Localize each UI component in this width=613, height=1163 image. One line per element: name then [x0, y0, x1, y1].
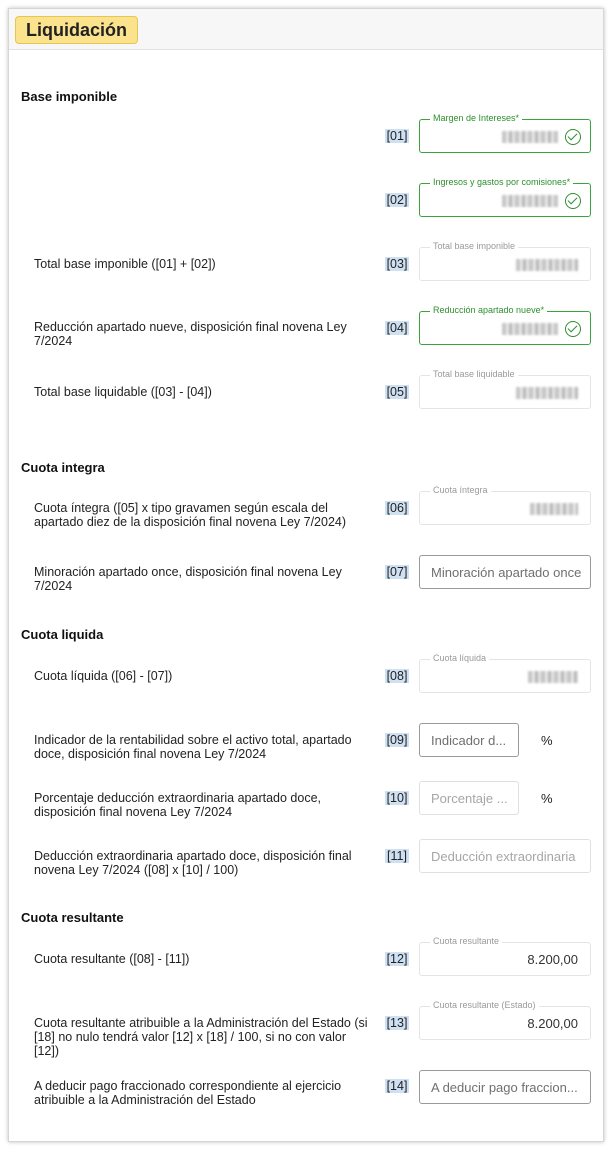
label-total-base-imponible: Total base imponible ([01] + [02]): [34, 257, 216, 271]
redacted-value: [530, 503, 578, 515]
placeholder: Deducción extraordinaria: [431, 849, 576, 864]
label-reduccion-apartado-nueve: Reducción apartado nueve, disposición fi…: [34, 320, 347, 348]
percent-unit: %: [541, 791, 553, 806]
cuota-resultante-value: 8.200,00: [527, 952, 578, 967]
redacted-value: [502, 195, 558, 207]
code-01: [01]: [385, 129, 409, 143]
redacted-value: [516, 387, 578, 399]
field-label: Cuota líquida: [430, 653, 490, 663]
code-07: [07]: [385, 565, 409, 579]
check-circle-icon: [565, 193, 581, 209]
ingresos-gastos-comisiones-field[interactable]: Ingresos y gastos por comisiones*: [419, 177, 591, 217]
label-indicador-rentabilidad: Indicador de la rentabilidad sobre el ac…: [34, 733, 352, 761]
cuota-resultante-estado-value: 8.200,00: [527, 1016, 578, 1031]
redacted-value: [516, 259, 578, 271]
minoracion-apartado-once-input[interactable]: Minoración apartado once: [419, 555, 591, 589]
porcentaje-deduccion-input[interactable]: Porcentaje ...: [419, 781, 519, 815]
label-cuota-liquida: Cuota líquida ([06] - [07]): [34, 669, 173, 683]
field-label: Ingresos y gastos por comisiones*: [430, 177, 574, 187]
field-label: Margen de Intereses*: [430, 113, 523, 123]
cuota-resultante-field: Cuota resultante 8.200,00: [419, 936, 591, 976]
section-cuota-resultante: Cuota resultante: [21, 910, 124, 925]
panel-header: Liquidación: [9, 9, 603, 50]
label-deduccion-extraordinaria: Deducción extraordinaria apartado doce, …: [34, 849, 352, 877]
field-label: Total base liquidable: [430, 369, 518, 379]
check-circle-icon: [565, 321, 581, 337]
label-porcentaje-deduccion: Porcentaje deducción extraordinaria apar…: [34, 791, 321, 819]
code-10: [10]: [385, 791, 409, 805]
label-cuota-integra: Cuota íntegra ([05] x tipo gravamen segú…: [34, 501, 347, 529]
label-cuota-resultante-estado: Cuota resultante atribuible a la Adminis…: [34, 1016, 368, 1058]
redacted-value: [502, 323, 558, 335]
deduccion-extraordinaria-input[interactable]: Deducción extraordinaria: [419, 839, 591, 873]
code-11: [11]: [385, 849, 409, 863]
cuota-liquida-field: Cuota líquida: [419, 653, 591, 693]
section-base-imponible: Base imponible: [21, 89, 118, 104]
check-circle-icon: [565, 129, 581, 145]
placeholder: A deducir pago fraccion...: [431, 1080, 578, 1095]
redacted-value: [528, 671, 578, 683]
field-label: Total base imponible: [430, 241, 519, 251]
liquidacion-panel: Liquidación Base imponible [01] Margen d…: [8, 8, 604, 1142]
total-base-liquidable-field: Total base liquidable: [419, 369, 591, 409]
section-cuota-integra: Cuota integra: [21, 460, 105, 475]
field-label: Reducción apartado nueve*: [430, 305, 548, 315]
placeholder: Minoración apartado once: [431, 565, 582, 580]
code-13: [13]: [385, 1016, 409, 1030]
cuota-resultante-estado-field: Cuota resultante (Estado) 8.200,00: [419, 1000, 591, 1040]
page-title: Liquidación: [15, 16, 138, 44]
label-pago-fraccionado: A deducir pago fraccionado correspondien…: [34, 1079, 342, 1107]
pago-fraccionado-input[interactable]: A deducir pago fraccion...: [419, 1070, 591, 1104]
cuota-integra-field: Cuota íntegra: [419, 485, 591, 525]
code-05: [05]: [385, 385, 409, 399]
percent-unit: %: [541, 733, 553, 748]
code-02: [02]: [385, 193, 409, 207]
section-cuota-liquida: Cuota liquida: [21, 627, 104, 642]
label-cuota-resultante: Cuota resultante ([08] - [11]): [34, 952, 190, 966]
label-minoracion-apartado-once: Minoración apartado once, disposición fi…: [34, 565, 342, 593]
code-04: [04]: [385, 321, 409, 335]
code-14: [14]: [385, 1079, 409, 1093]
code-06: [06]: [385, 501, 409, 515]
placeholder: Indicador d...: [431, 733, 507, 748]
label-total-base-liquidable: Total base liquidable ([03] - [04]): [34, 385, 212, 399]
code-03: [03]: [385, 257, 409, 271]
field-label: Cuota íntegra: [430, 485, 491, 495]
reduccion-apartado-nueve-field[interactable]: Reducción apartado nueve*: [419, 305, 591, 345]
placeholder: Porcentaje ...: [431, 791, 508, 806]
total-base-imponible-field: Total base imponible: [419, 241, 591, 281]
margen-intereses-field[interactable]: Margen de Intereses*: [419, 113, 591, 153]
redacted-value: [502, 131, 558, 143]
field-label: Cuota resultante (Estado): [430, 1000, 539, 1010]
code-08: [08]: [385, 669, 409, 683]
code-12: [12]: [385, 952, 409, 966]
code-09: [09]: [385, 733, 409, 747]
field-label: Cuota resultante: [430, 936, 503, 946]
indicador-rentabilidad-input[interactable]: Indicador d...: [419, 723, 519, 757]
